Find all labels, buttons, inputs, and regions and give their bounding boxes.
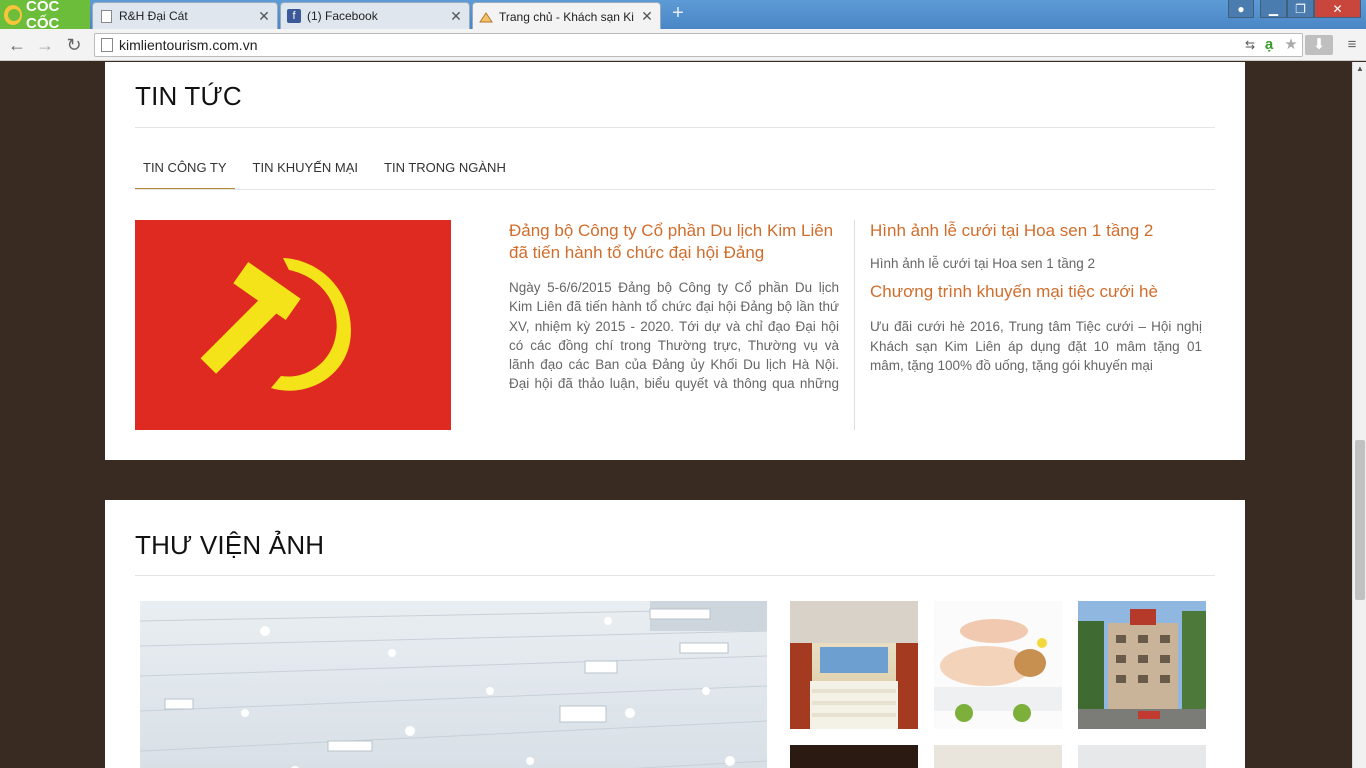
- hotel-building-icon: [1078, 609, 1206, 729]
- spa-massage-icon: [934, 619, 1062, 722]
- gallery-main-photo[interactable]: [140, 601, 767, 768]
- side-news-title[interactable]: Hình ảnh lễ cưới tại Hoa sen 1 tầng 2: [870, 220, 1202, 242]
- url-input[interactable]: kimlientourism.com.vn: [94, 33, 1303, 57]
- side-news-list: Hình ảnh lễ cưới tại Hoa sen 1 tầng 2 Hì…: [870, 220, 1202, 381]
- browser-brand: CỐC CỐC: [26, 0, 60, 32]
- tab-title: R&H Đại Cát: [119, 9, 188, 23]
- page-icon: [99, 9, 113, 23]
- ceiling-photo-icon: [140, 601, 767, 768]
- url-text: kimlientourism.com.vn: [119, 37, 258, 53]
- tab-title: (1) Facebook: [307, 9, 378, 23]
- side-news-title[interactable]: Chương trình khuyến mại tiệc cưới hè: [870, 281, 1202, 303]
- page-scrollbar[interactable]: ▲: [1352, 62, 1366, 768]
- page-viewport: TIN TỨC TIN CÔNG TY TIN KHUYẾN MẠI TIN T…: [0, 62, 1352, 768]
- gallery-thumb-spa[interactable]: [934, 601, 1062, 729]
- address-toolbar: ← → ↻ kimlientourism.com.vn ⇆ ạ ★ ⬇ ≡: [0, 29, 1366, 61]
- scroll-up-icon[interactable]: ▲: [1353, 62, 1366, 76]
- download-icon[interactable]: ⬇: [1305, 35, 1333, 55]
- browser-tab-strip: CỐC CỐC R&H Đại Cát ✕ f (1) Facebook ✕ T…: [0, 0, 1366, 32]
- divider: [135, 127, 1215, 128]
- close-icon[interactable]: ✕: [449, 8, 463, 25]
- gallery-thumb-4[interactable]: [790, 745, 918, 768]
- gallery-section: THƯ VIỆN ẢNH: [105, 500, 1245, 768]
- tab-promotion-news[interactable]: TIN KHUYẾN MẠI: [245, 152, 366, 190]
- close-window-button[interactable]: ✕: [1314, 0, 1361, 18]
- tab-rh-dai-cat[interactable]: R&H Đại Cát ✕: [92, 2, 278, 29]
- facebook-icon: f: [287, 9, 301, 23]
- section-heading-news: TIN TỨC: [135, 81, 242, 111]
- forward-icon[interactable]: →: [34, 35, 56, 55]
- gallery-thumb-6[interactable]: [1078, 745, 1206, 768]
- hotel-favicon: [479, 10, 493, 24]
- section-heading-gallery: THƯ VIỆN ẢNH: [135, 530, 325, 560]
- back-icon[interactable]: ←: [6, 35, 28, 55]
- close-icon[interactable]: ✕: [640, 8, 654, 25]
- tab-company-news[interactable]: TIN CÔNG TY: [135, 152, 235, 190]
- gallery-thumb-5[interactable]: [934, 745, 1062, 768]
- gallery-thumb-hotel-exterior[interactable]: [1078, 601, 1206, 729]
- page-icon: [101, 38, 113, 52]
- news-tabs: TIN CÔNG TY TIN KHUYẾN MẠI TIN TRONG NGÀ…: [135, 152, 524, 190]
- star-icon[interactable]: ★: [1281, 35, 1301, 55]
- hammer-sickle-icon: [200, 258, 351, 391]
- tab-facebook[interactable]: f (1) Facebook ✕: [280, 2, 470, 29]
- side-news-excerpt: Hình ảnh lễ cưới tại Hoa sen 1 tầng 2: [870, 256, 1096, 271]
- news-section: TIN TỨC TIN CÔNG TY TIN KHUYẾN MẠI TIN T…: [105, 62, 1245, 460]
- featured-article-title[interactable]: Đảng bộ Công ty Cổ phần Du lịch Kim Liên…: [509, 220, 839, 264]
- reload-icon[interactable]: ↻: [63, 35, 85, 55]
- translate-icon[interactable]: ⇆: [1240, 35, 1260, 55]
- tab-kim-lien-home[interactable]: Trang chủ - Khách sạn Kim ✕: [472, 2, 661, 30]
- new-tab-button[interactable]: +: [668, 3, 688, 24]
- side-news-excerpt: Ưu đãi cưới hè 2016, Trung tâm Tiệc cưới…: [870, 319, 1202, 373]
- maximize-button[interactable]: ❐: [1287, 0, 1314, 18]
- tab-industry-news[interactable]: TIN TRONG NGÀNH: [376, 152, 514, 190]
- browser-logo[interactable]: CỐC CỐC: [0, 0, 90, 32]
- vertical-divider: [854, 220, 855, 430]
- tab-title: Trang chủ - Khách sạn Kim: [499, 9, 634, 24]
- close-icon[interactable]: ✕: [257, 8, 271, 25]
- minimize-button[interactable]: ▁: [1260, 0, 1287, 18]
- menu-icon[interactable]: ≡: [1342, 35, 1362, 55]
- divider: [135, 189, 1215, 190]
- profile-icon[interactable]: ●: [1228, 0, 1254, 18]
- divider: [135, 575, 1215, 576]
- gallery-thumb-conference-hall[interactable]: [790, 601, 918, 729]
- conference-hall-icon: [790, 601, 918, 729]
- featured-article: Đảng bộ Công ty Cổ phần Du lịch Kim Liên…: [509, 220, 839, 396]
- scrollbar-thumb[interactable]: [1355, 440, 1365, 600]
- featured-news-image[interactable]: [135, 220, 451, 430]
- vietnamese-input-icon[interactable]: ạ: [1259, 35, 1279, 55]
- featured-article-excerpt: Ngày 5-6/6/2015 Đảng bộ Công ty Cổ phần …: [509, 280, 839, 396]
- coccoc-logo-icon: [4, 4, 23, 25]
